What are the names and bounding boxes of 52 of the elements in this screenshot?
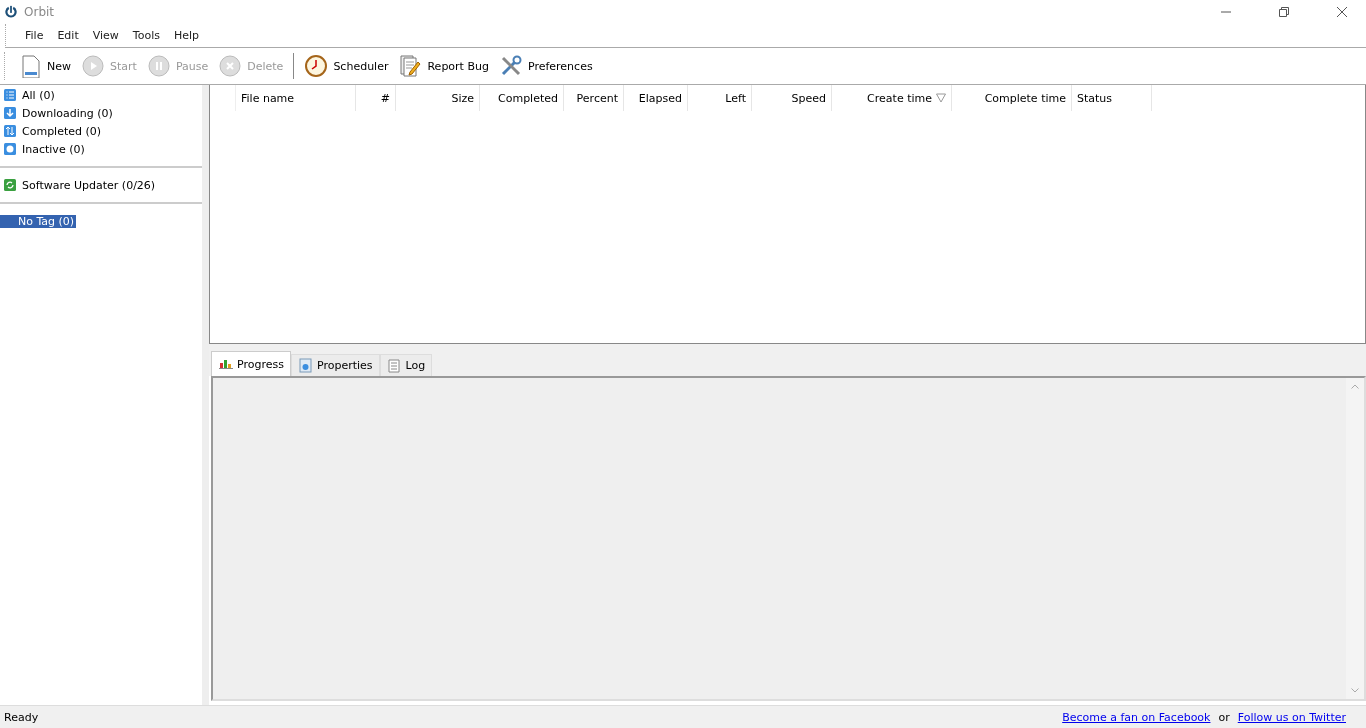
download-icon <box>4 107 16 119</box>
scroll-up-icon[interactable] <box>1351 384 1359 389</box>
menu-item[interactable]: Tools <box>125 29 167 42</box>
play-icon <box>81 54 105 78</box>
menu-item[interactable]: Help <box>166 29 207 42</box>
toolbar-button[interactable]: Scheduler <box>301 54 392 78</box>
menu-item[interactable]: Edit <box>50 29 86 42</box>
column-header[interactable]: Create time <box>832 85 952 111</box>
pause-icon <box>146 54 171 78</box>
tab[interactable]: Log <box>379 354 433 376</box>
column-header[interactable]: Status <box>1072 85 1152 111</box>
column-header[interactable]: File name <box>236 85 356 111</box>
refresh-icon <box>4 179 16 191</box>
sidebar-item[interactable]: Inactive (0) <box>20 142 87 156</box>
sidebar-item[interactable]: Completed (0) <box>20 124 104 138</box>
column-header[interactable]: Speed <box>752 85 832 111</box>
column-header[interactable]: Complete time <box>952 85 1072 111</box>
menu-item[interactable]: File <box>18 29 51 42</box>
status-text: Ready <box>4 710 39 724</box>
app-logo-icon <box>4 5 18 19</box>
restore-icon[interactable] <box>1278 6 1290 18</box>
toolbar-button[interactable]: New <box>15 54 74 78</box>
close-icon[interactable] <box>1336 6 1348 18</box>
tab[interactable]: Properties <box>290 354 380 376</box>
sidebar-item[interactable]: No Tag (0) <box>0 214 77 228</box>
tab[interactable]: Progress <box>211 351 291 376</box>
link[interactable]: Become a fan on Facebook <box>1062 710 1211 724</box>
column-header[interactable]: # <box>356 85 396 111</box>
list-icon <box>4 89 16 101</box>
clock-icon <box>304 54 329 78</box>
properties-icon <box>297 358 313 373</box>
column-header[interactable]: Size <box>396 85 480 111</box>
toolbar-button[interactable]: Preferences <box>495 54 596 78</box>
sidebar-item[interactable]: Software Updater (0/26) <box>20 178 158 192</box>
toolbar-button[interactable]: Report Bug <box>395 54 492 78</box>
column-header[interactable]: Elapsed <box>624 85 688 111</box>
column-header[interactable]: Percent <box>564 85 624 111</box>
delete-icon <box>218 54 243 78</box>
scroll-down-icon[interactable] <box>1351 688 1359 693</box>
sidebar-item[interactable]: All (0) <box>20 88 57 102</box>
menu-item[interactable]: View <box>85 29 126 42</box>
column-header[interactable]: Left <box>688 85 752 111</box>
transfer-icon <box>4 125 16 137</box>
log-icon <box>386 358 402 373</box>
link[interactable]: Follow us on Twitter <box>1237 710 1346 724</box>
scrollbar[interactable] <box>1346 378 1364 699</box>
document-pencil-icon <box>398 54 423 78</box>
status-text: or <box>1218 710 1230 724</box>
window-title: Orbit <box>24 5 55 19</box>
sidebar-item[interactable]: Downloading (0) <box>20 106 115 120</box>
circle-icon <box>4 143 16 155</box>
column-header[interactable]: Completed <box>480 85 564 111</box>
